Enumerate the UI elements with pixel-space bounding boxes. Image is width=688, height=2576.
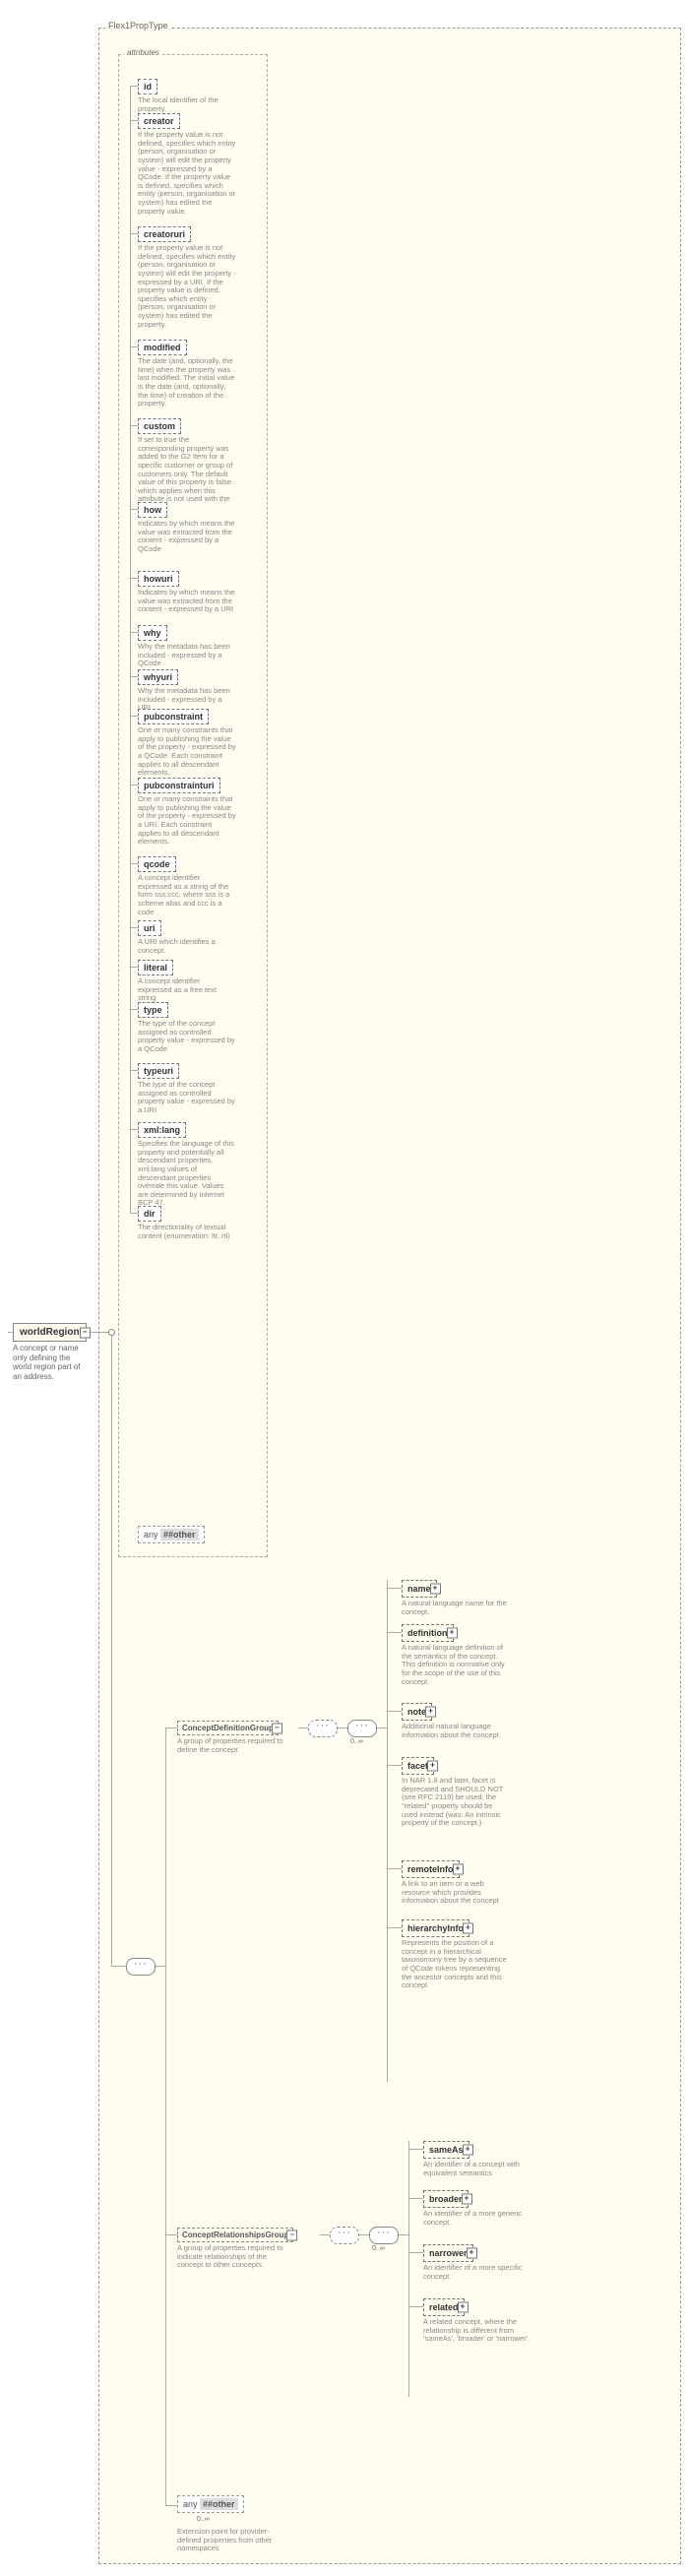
elem-narrower[interactable]: narrower+	[423, 2244, 473, 2262]
elem-desc: Additional natural language information …	[402, 1723, 510, 1739]
elem-desc: An identifier of a more specific concept…	[423, 2264, 532, 2281]
elem-desc: In NAR 1.8 and later, facet is deprecate…	[402, 1777, 510, 1828]
plus-icon[interactable]: +	[458, 2302, 469, 2313]
attr-whyuri[interactable]: whyuri	[138, 669, 178, 685]
elem-remoteInfo[interactable]: remoteInfo+	[402, 1860, 460, 1878]
plus-icon[interactable]: +	[430, 1584, 441, 1595]
any-other-attrs: any ##other	[138, 1526, 205, 1543]
attr-creatoruri[interactable]: creatoruri	[138, 226, 191, 242]
plus-icon[interactable]: +	[447, 1628, 458, 1639]
attr-group-label: attributes	[124, 48, 162, 57]
sequence-icon	[369, 2227, 399, 2244]
minus-icon[interactable]: −	[272, 1723, 282, 1733]
elem-definition[interactable]: definition+	[402, 1624, 454, 1642]
concept-relationships-group[interactable]: ConceptRelationshipsGroup −	[177, 2228, 293, 2242]
elem-desc: A related concept, where the relationshi…	[423, 2318, 532, 2344]
attr-desc: The local identifier of the property.	[138, 96, 236, 113]
plus-icon[interactable]: +	[425, 1707, 436, 1718]
attr-desc: One or many constraints that apply to pu…	[138, 795, 236, 847]
attr-modified[interactable]: modified	[138, 340, 187, 355]
group1-label: ConceptDefinitionGroup	[182, 1724, 274, 1732]
root-element[interactable]: worldRegion −	[13, 1323, 87, 1342]
any2-ns: ##other	[200, 2498, 238, 2510]
attr-desc: A URI which identifies a concept.	[138, 938, 236, 955]
attr-id[interactable]: id	[138, 79, 157, 94]
any-ns: ##other	[160, 1529, 199, 1540]
attr-desc: Why the metadata has been included - exp…	[138, 643, 236, 668]
attr-desc: A concept identifier expressed as a stri…	[138, 874, 236, 916]
elem-desc: A natural language name for the concept.	[402, 1600, 510, 1616]
attr-dir[interactable]: dir	[138, 1206, 161, 1222]
concept-definition-group[interactable]: ConceptDefinitionGroup −	[177, 1721, 279, 1735]
root-label: worldRegion	[20, 1327, 80, 1338]
plus-icon[interactable]: +	[453, 1864, 464, 1875]
sequence-icon	[126, 1958, 156, 1976]
attr-literal[interactable]: literal	[138, 960, 173, 975]
elem-desc: A link to an item or a web resource whic…	[402, 1880, 510, 1906]
elem-note[interactable]: note+	[402, 1703, 432, 1721]
elem-broader[interactable]: broader+	[423, 2190, 469, 2208]
plus-icon[interactable]: +	[467, 2248, 477, 2259]
group1-desc: A group of properties required to define…	[177, 1737, 285, 1754]
group1-card: 0..∞	[350, 1738, 363, 1745]
elem-desc: An identifier of a more generic concept.	[423, 2210, 532, 2227]
attr-desc: If the property value is not defined, sp…	[138, 131, 236, 216]
sequence-icon	[347, 1720, 377, 1737]
attr-how[interactable]: how	[138, 502, 167, 518]
attr-typeuri[interactable]: typeuri	[138, 1063, 179, 1079]
attr-desc: The date (and, optionally, the time) whe…	[138, 357, 236, 408]
attr-howuri[interactable]: howuri	[138, 571, 179, 587]
sequence-icon	[308, 1720, 338, 1737]
minus-icon[interactable]: −	[286, 2230, 297, 2240]
elem-desc: A natural language definition of the sem…	[402, 1644, 510, 1686]
attr-desc: A concept identifier expressed as a free…	[138, 977, 236, 1003]
elem-sameAs[interactable]: sameAs+	[423, 2141, 469, 2159]
attr-custom[interactable]: custom	[138, 418, 181, 434]
plus-icon[interactable]: +	[463, 2145, 473, 2156]
elem-desc: An identifier of a concept with equivale…	[423, 2161, 532, 2177]
plus-icon[interactable]: +	[427, 1761, 438, 1772]
group2-desc: A group of properties required to indica…	[177, 2244, 285, 2270]
elem-facet[interactable]: facet+	[402, 1757, 434, 1775]
attr-uri[interactable]: uri	[138, 920, 161, 936]
group2-card: 0..∞	[372, 2245, 385, 2252]
any2-card: 0..∞	[197, 2516, 210, 2523]
attr-desc: Indicates by which means the value was e…	[138, 589, 236, 614]
attr-xml-lang[interactable]: xml:lang	[138, 1122, 186, 1138]
attr-qcode[interactable]: qcode	[138, 856, 176, 872]
root-desc: A concept or name only defining the worl…	[13, 1344, 87, 1381]
attr-why[interactable]: why	[138, 625, 167, 641]
attr-pubconstraint[interactable]: pubconstraint	[138, 709, 209, 724]
attr-creator[interactable]: creator	[138, 113, 180, 129]
attr-desc: The directionality of textual content (e…	[138, 1224, 236, 1240]
attr-desc: One or many constraints that apply to pu…	[138, 726, 236, 778]
type-group-label: Flex1PropType	[105, 21, 171, 31]
attr-desc: Indicates by which means the value was e…	[138, 520, 236, 554]
elem-desc: Represents the position of a concept in …	[402, 1939, 510, 1990]
attr-pubconstrainturi[interactable]: pubconstrainturi	[138, 778, 220, 793]
sequence-icon	[330, 2227, 359, 2244]
group2-label: ConceptRelationshipsGroup	[182, 2230, 288, 2239]
attr-desc: If the property value is not defined, sp…	[138, 244, 236, 329]
plus-icon[interactable]: +	[462, 2194, 472, 2205]
plus-icon[interactable]: +	[463, 1923, 473, 1934]
elem-name[interactable]: name+	[402, 1580, 437, 1598]
any2-label: any	[183, 2499, 198, 2509]
attr-type[interactable]: type	[138, 1002, 168, 1018]
attr-desc: If set to true the corresponding propert…	[138, 436, 236, 513]
elem-related[interactable]: related+	[423, 2298, 465, 2316]
attr-desc: The type of the concept assigned as cont…	[138, 1020, 236, 1054]
elem-hierarchyInfo[interactable]: hierarchyInfo+	[402, 1919, 469, 1937]
attr-desc: The type of the concept assigned as cont…	[138, 1081, 236, 1115]
attr-desc: Specifies the language of this property …	[138, 1140, 236, 1208]
any2-desc: Extension point for provider-defined pro…	[177, 2528, 285, 2553]
any-other-elements: any ##other	[177, 2495, 244, 2513]
any-label: any	[144, 1530, 158, 1539]
